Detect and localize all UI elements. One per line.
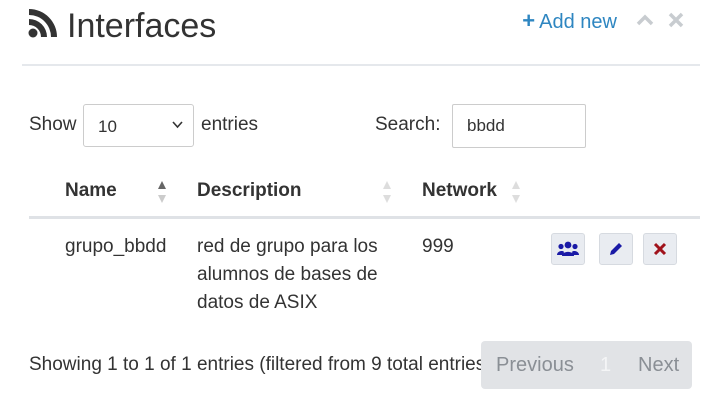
chevron-down-icon: [172, 121, 183, 129]
cell-name: grupo_bbdd: [65, 236, 167, 257]
sort-asc-icon[interactable]: [157, 180, 167, 204]
header-divider: [22, 64, 700, 66]
plus-icon: +: [522, 8, 536, 33]
chevron-up-icon[interactable]: [636, 12, 654, 26]
table-info: Showing 1 to 1 of 1 entries (filtered fr…: [29, 354, 481, 375]
column-header-name[interactable]: Name: [65, 179, 117, 203]
panel-header: Interfaces + Add new: [28, 0, 700, 62]
cell-description-line: alumnos de bases de: [197, 264, 378, 285]
sort-icon[interactable]: [382, 180, 392, 204]
sort-icon[interactable]: [511, 180, 521, 204]
delete-icon: [653, 242, 667, 256]
column-header-description[interactable]: Description: [197, 179, 302, 203]
cell-description-line: red de grupo para los: [197, 236, 378, 257]
page-button-current[interactable]: 1: [600, 353, 611, 377]
edit-button[interactable]: [599, 233, 633, 265]
add-new-label: Add new: [539, 11, 617, 33]
column-header-network[interactable]: Network: [422, 179, 497, 203]
show-label: Show: [29, 114, 77, 135]
users-icon: [557, 241, 579, 256]
previous-button[interactable]: Previous: [496, 353, 574, 377]
search-label: Search:: [375, 114, 441, 135]
close-icon[interactable]: [668, 12, 684, 28]
entries-select-value: 10: [98, 117, 117, 136]
entries-select[interactable]: 10: [83, 104, 194, 147]
delete-button[interactable]: [643, 233, 677, 265]
entries-label: entries: [201, 114, 259, 135]
cell-description-line: datos de ASIX: [197, 292, 318, 313]
search-input[interactable]: [452, 104, 586, 148]
members-button[interactable]: [551, 233, 585, 265]
add-new-button[interactable]: + Add new: [522, 8, 617, 35]
table-header-divider: [29, 216, 700, 219]
pagination: Previous 1 Next: [481, 341, 692, 389]
cell-network: 999: [422, 236, 454, 257]
rss-icon: [28, 9, 57, 38]
next-button[interactable]: Next: [638, 353, 679, 377]
pencil-icon: [610, 243, 622, 255]
page-title: Interfaces: [67, 7, 217, 45]
